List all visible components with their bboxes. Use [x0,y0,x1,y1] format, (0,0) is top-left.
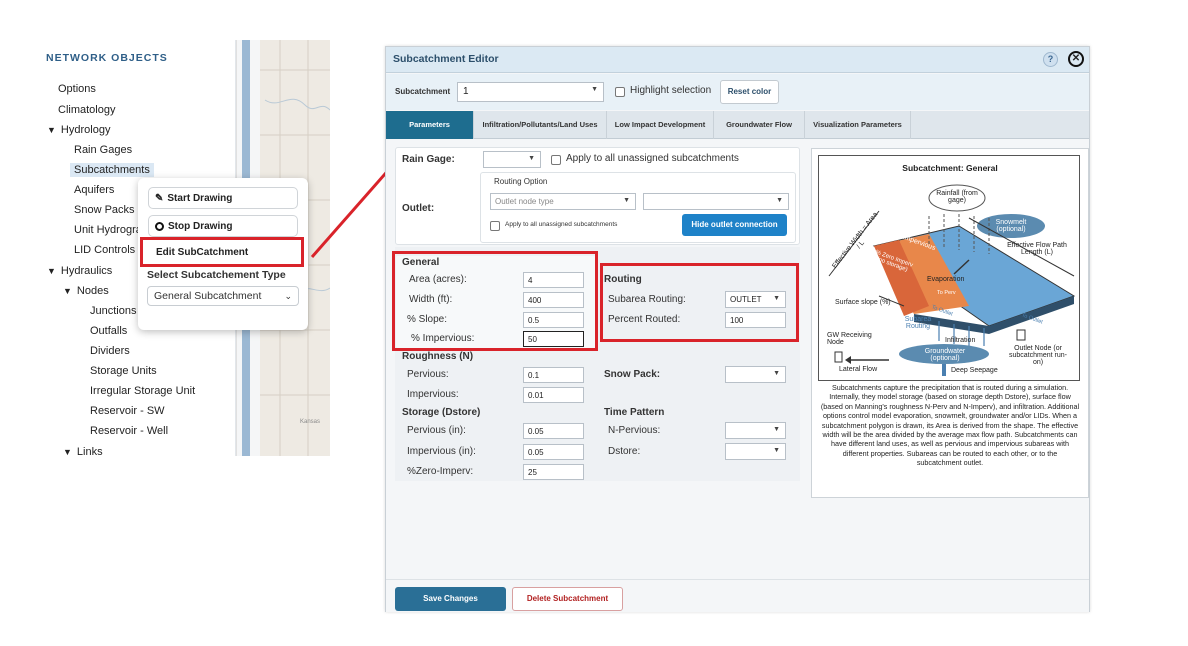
caret-down-icon: ▼ [528,155,535,162]
storage-title: Storage (Dstore) [402,407,481,418]
infiltration-label: Infiltration [945,337,976,344]
snowmelt-label: Snowmelt (optional) [995,219,1027,233]
storage-pervious-input[interactable]: 0.05 [523,423,584,439]
storage-impervious-input[interactable]: 0.05 [523,444,584,460]
rain-gage-label: Rain Gage: [402,154,455,165]
roughness-pervious-input[interactable]: 0.1 [523,367,584,383]
editor-tabs: Parameters Infiltration/Pollutants/Land … [386,111,1089,139]
close-icon[interactable]: ✕ [1068,51,1084,67]
highlight-label: Highlight selection [630,85,712,96]
tab-lid[interactable]: Low Impact Development [607,111,714,139]
delete-subcatchment-button[interactable]: Delete Subcatchment [512,587,623,611]
to-pervious-label: To Perv [937,290,956,296]
rain-gage-select[interactable]: ▼ [483,151,541,168]
apply-outlet-checkbox[interactable] [490,221,500,231]
general-highlight-box [392,251,598,351]
caret-down-icon: ▼ [773,447,780,454]
roughness-impervious-label: Impervious: [407,389,459,400]
surface-slope-label: Surface slope (%) [835,299,891,306]
editor-header: Subcatchment Editor ? ✕ [386,47,1089,73]
subcatchment-select-row: Subcatchment 1 ▼ Highlight selection Res… [386,74,1089,110]
dstore-label: Dstore: [608,446,641,457]
highlight-checkbox[interactable] [615,87,625,97]
caret-down-icon: ▼ [591,86,598,93]
outlet-node-label: Outlet Node (or subcatchment run-on) [1009,345,1067,366]
n-pervious-label: N-Pervious: [608,425,661,436]
tab-infiltration[interactable]: Infiltration/Pollutants/Land Uses [474,111,607,139]
caret-down-icon: ▼ [773,426,780,433]
apply-unassigned-label: Apply to all unassigned subcatchments [566,153,739,164]
deep-seepage-label: Deep Seepage [951,367,998,374]
caret-down-icon: ▼ [776,197,783,204]
gw-receiving-label: GW Receiving Node [827,332,872,346]
routing-option-label: Routing Option [494,177,548,186]
caret-down-icon: ▼ [623,197,630,204]
storage-pervious-label: Pervious (in): [407,425,466,436]
subcatchment-diagram: Subcatchment: General Rainfall (from gag… [818,155,1080,381]
roughness-impervious-input[interactable]: 0.01 [523,387,584,403]
outlet-node-select[interactable]: ▼ [643,193,789,210]
help-icon[interactable]: ? [1043,52,1058,67]
time-pattern-title: Time Pattern [604,407,665,418]
routing-highlight-box [600,263,799,342]
evaporation-label: Evaporation [927,276,965,283]
snow-pack-label: Snow Pack: [604,369,661,380]
dstore-select[interactable]: ▼ [725,443,786,460]
editor-title: Subcatchment Editor [393,53,499,65]
subcatchment-editor: Subcatchment Editor ? ✕ Subcatchment 1 ▼… [385,46,1090,612]
tab-groundwater[interactable]: Groundwater Flow [714,111,805,139]
diagram-title: Subcatchment: General [902,163,998,173]
subcatchment-select[interactable]: 1 ▼ [457,82,604,102]
roughness-title: Roughness (N) [402,351,474,362]
tab-parameters[interactable]: Parameters [386,111,474,139]
info-panel: Subcatchment: General Rainfall (from gag… [811,148,1089,498]
hide-outlet-button[interactable]: Hide outlet connection [682,214,787,236]
select-placeholder: Outlet node type [495,197,554,206]
subarea-routing-diagram-label: Subarea Routing [904,316,932,330]
tab-visualization[interactable]: Visualization Parameters [805,111,911,139]
outlet-label: Outlet: [402,203,435,214]
flow-path-label: Effective Flow Path Length (L) [1007,242,1067,256]
rainfall-label: Rainfall (from gage) [936,190,978,204]
roughness-pervious-label: Pervious: [407,369,449,380]
info-description: Subcatchments capture the precipitation … [820,383,1080,468]
n-pervious-select[interactable]: ▼ [725,422,786,439]
storage-impervious-label: Impervious (in): [407,446,476,457]
select-value: 1 [463,86,469,97]
apply-unassigned-checkbox[interactable] [551,155,561,165]
apply-outlet-label: Apply to all unassigned subcatchments [505,221,618,228]
subcatchment-label: Subcatchment [395,87,451,96]
zero-imperv-label: %Zero-Imperv: [407,466,474,477]
editor-footer: Save Changes Delete Subcatchment [386,579,1089,612]
zero-imperv-input[interactable]: 25 [523,464,584,480]
save-changes-button[interactable]: Save Changes [395,587,506,611]
caret-down-icon: ▼ [773,370,780,377]
snow-pack-select[interactable]: ▼ [725,366,786,383]
reset-color-button[interactable]: Reset color [720,80,779,104]
lateral-flow-label: Lateral Flow [839,366,878,373]
outlet-node-type-select[interactable]: Outlet node type ▼ [490,193,636,210]
groundwater-label: Groundwater (optional) [924,348,966,362]
